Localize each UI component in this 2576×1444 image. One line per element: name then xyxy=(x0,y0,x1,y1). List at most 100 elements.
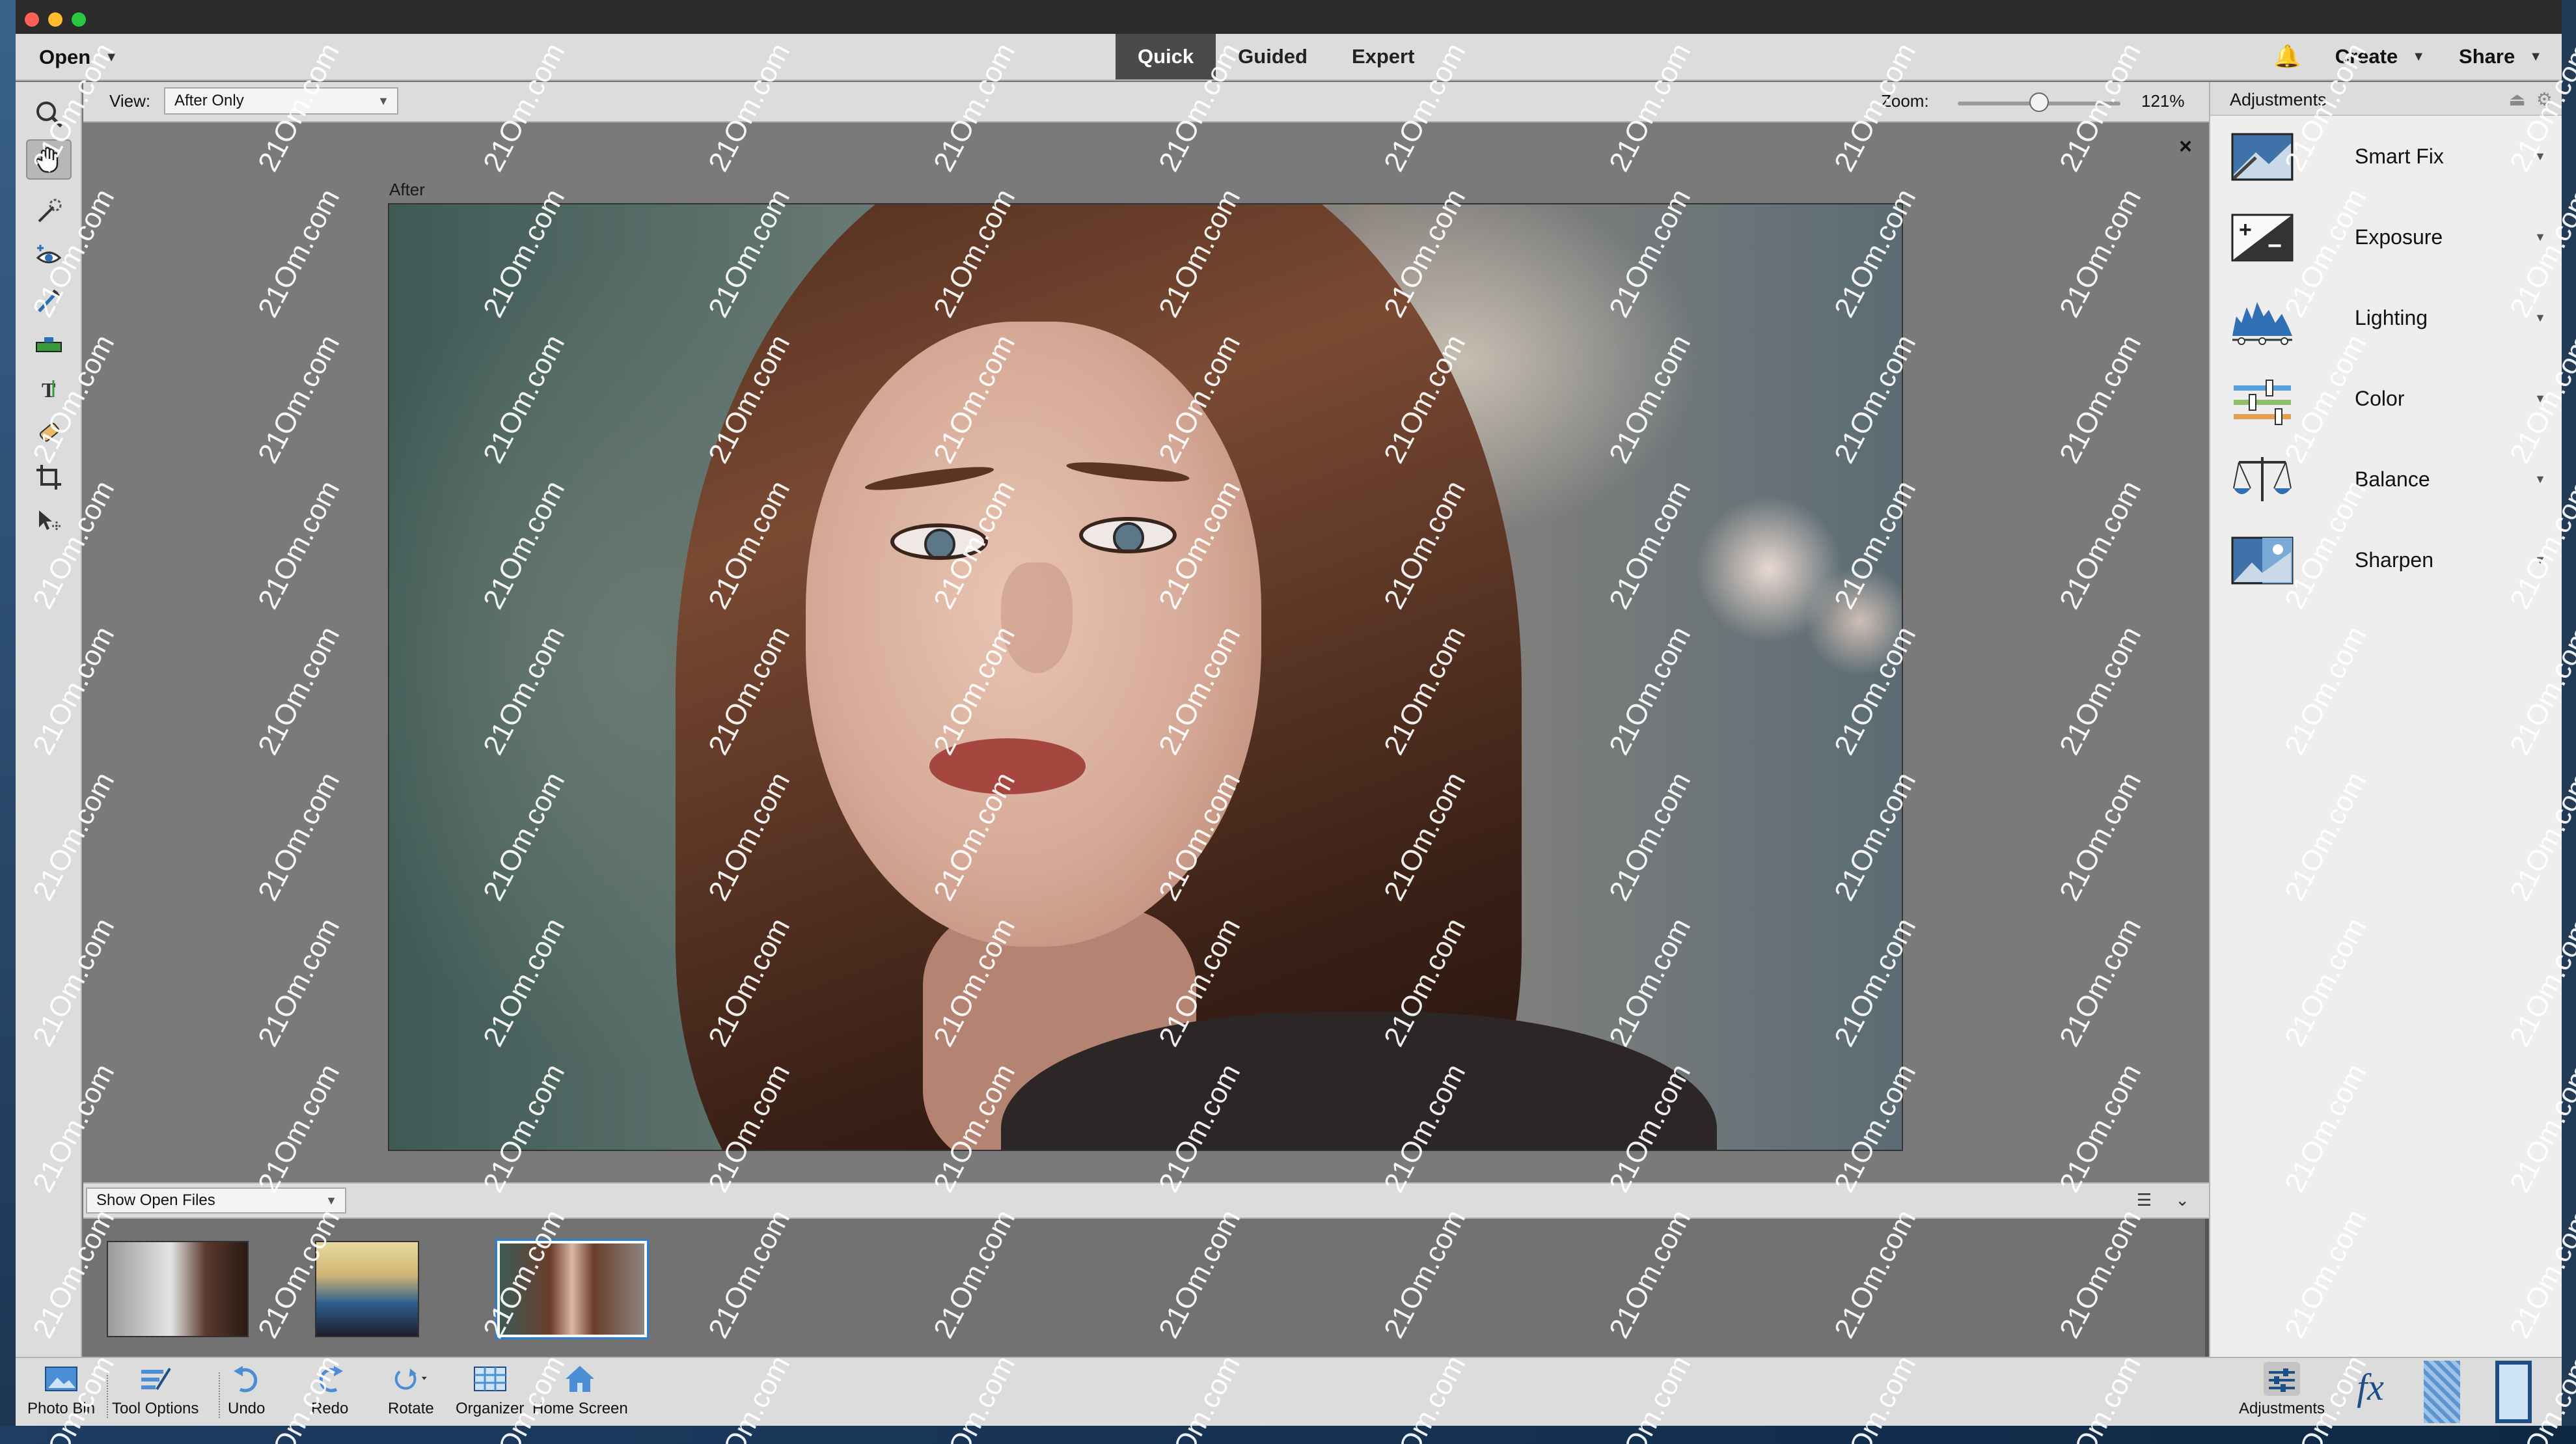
view-select[interactable]: After Only ▼ xyxy=(164,87,398,115)
fx-icon: fx xyxy=(2357,1365,2384,1408)
open-button[interactable]: Open ▼ xyxy=(39,44,118,70)
thumbnail-3-selected[interactable] xyxy=(495,1239,649,1339)
chevron-down-icon: ▼ xyxy=(2529,49,2542,64)
adjustments-panel-title: Adjustments xyxy=(2230,90,2327,109)
textures-icon xyxy=(2424,1361,2460,1423)
chevron-down-icon[interactable]: ▼ xyxy=(2534,553,2546,567)
photo-bin-bar: Show Open Files ▼ ☰ ⌄ xyxy=(83,1182,2209,1219)
chevron-down-icon[interactable]: ▼ xyxy=(2534,473,2546,486)
photo-eye-left xyxy=(890,523,988,560)
smart-fix-icon xyxy=(2231,133,2294,181)
color-label: Color xyxy=(2355,386,2405,410)
photo-canvas[interactable] xyxy=(388,203,1903,1151)
chevron-down-icon[interactable]: ▼ xyxy=(2534,230,2546,244)
crop-tool-icon[interactable] xyxy=(26,457,72,497)
adjustment-exposure[interactable]: + − Exposure ▼ xyxy=(2210,197,2562,277)
photo-brow-left xyxy=(864,462,995,495)
zoom-slider-thumb[interactable] xyxy=(2029,92,2049,112)
move-tool-icon[interactable] xyxy=(26,501,72,542)
adjustment-color[interactable]: Color ▼ xyxy=(2210,358,2562,439)
desktop-background-right xyxy=(2562,0,2576,1444)
home-screen-label: Home Screen xyxy=(532,1400,628,1417)
adjustment-smart-fix[interactable]: Smart Fix ▼ xyxy=(2210,116,2562,197)
thumbnail-2[interactable] xyxy=(315,1241,419,1337)
spot-healing-brush-icon[interactable] xyxy=(26,413,72,453)
bin-menu-icon[interactable]: ☰ xyxy=(2137,1190,2152,1210)
open-label: Open xyxy=(39,46,91,68)
photo-bin-button[interactable]: Photo Bin xyxy=(27,1362,95,1418)
tool-options-icon xyxy=(137,1362,174,1396)
create-button[interactable]: Create ▼ xyxy=(2335,45,2425,68)
show-open-files-select[interactable]: Show Open Files ▼ xyxy=(86,1187,346,1214)
notification-bell-icon[interactable]: 🔔 xyxy=(2273,44,2301,70)
rotate-label: Rotate xyxy=(388,1400,434,1417)
undo-label: Undo xyxy=(228,1400,266,1417)
tab-quick[interactable]: Quick xyxy=(1116,34,1216,79)
tool-options-button[interactable]: Tool Options xyxy=(112,1362,199,1418)
adjustment-sharpen[interactable]: Sharpen ▼ xyxy=(2210,520,2562,600)
photo-face-shape xyxy=(806,322,1261,947)
bin-bar-icons: ☰ ⌄ xyxy=(2137,1190,2189,1210)
close-window-button[interactable] xyxy=(25,12,39,27)
chevron-down-icon[interactable]: ▼ xyxy=(2534,150,2546,163)
home-screen-button[interactable]: Home Screen xyxy=(532,1362,628,1418)
reset-panel-icon[interactable]: ⏏ xyxy=(2508,89,2525,110)
adjustments-panel: Adjustments ⏏ ⚙ Smart Fix ▼ + − Exposure … xyxy=(2209,82,2562,1357)
hand-tool-icon[interactable] xyxy=(26,139,72,180)
chevron-down-icon[interactable]: ▼ xyxy=(2534,311,2546,325)
rotate-icon xyxy=(392,1362,429,1396)
photo-lips-shape xyxy=(929,738,1086,794)
toolbar-divider xyxy=(219,1372,220,1418)
rotate-button[interactable]: Rotate xyxy=(388,1362,434,1418)
zoom-window-button[interactable] xyxy=(72,12,86,27)
thumbnail-1[interactable] xyxy=(107,1241,249,1337)
redo-label: Redo xyxy=(311,1400,349,1417)
smart-fix-label: Smart Fix xyxy=(2355,144,2444,168)
photo-bin-label: Photo Bin xyxy=(27,1400,96,1417)
share-button[interactable]: Share ▼ xyxy=(2459,45,2542,68)
top-menu-bar: Open ▼ Quick Guided Expert 🔔 Create ▼ Sh… xyxy=(16,34,2562,81)
svg-text:+: + xyxy=(2239,217,2252,242)
show-open-files-value: Show Open Files xyxy=(96,1191,215,1209)
zoom-tool-icon[interactable] xyxy=(26,94,72,134)
minimize-window-button[interactable] xyxy=(48,12,62,27)
toolbar-divider xyxy=(107,1372,108,1418)
adjustments-panel-header: Adjustments ⏏ ⚙ xyxy=(2210,82,2562,116)
share-label: Share xyxy=(2459,45,2515,68)
settings-icon[interactable]: ⚙ xyxy=(2536,89,2553,110)
adjustment-lighting[interactable]: Lighting ▼ xyxy=(2210,277,2562,358)
redo-icon xyxy=(312,1362,348,1396)
zoom-value: 121% xyxy=(2141,91,2185,111)
tab-guided[interactable]: Guided xyxy=(1216,34,1330,79)
photo-nose-shape xyxy=(1001,562,1073,673)
home-icon xyxy=(562,1362,598,1396)
undo-icon xyxy=(228,1362,265,1396)
close-icon[interactable]: × xyxy=(2179,134,2192,160)
photo-bin xyxy=(83,1219,2209,1357)
tab-expert[interactable]: Expert xyxy=(1330,34,1436,79)
organizer-button[interactable]: Organizer xyxy=(456,1362,524,1418)
adjustments-button[interactable]: Adjustments xyxy=(2239,1362,2325,1418)
straighten-tool-icon[interactable] xyxy=(26,324,72,365)
balance-icon xyxy=(2233,457,2292,501)
redo-button[interactable]: Redo xyxy=(311,1362,348,1418)
effects-button[interactable]: fx xyxy=(2352,1365,2389,1408)
whiten-teeth-tool-icon[interactable] xyxy=(26,280,72,320)
sharpen-icon xyxy=(2231,536,2294,585)
chevron-down-icon: ▼ xyxy=(105,49,118,64)
frames-button[interactable] xyxy=(2495,1361,2532,1423)
chevron-down-icon[interactable]: ▼ xyxy=(2534,392,2546,406)
photo-eye-right xyxy=(1079,517,1177,553)
organizer-label: Organizer xyxy=(456,1400,525,1417)
color-icon xyxy=(2234,380,2291,425)
quick-selection-tool-icon[interactable] xyxy=(26,191,72,232)
textures-button[interactable] xyxy=(2424,1361,2460,1423)
type-tool-icon[interactable]: T xyxy=(26,368,72,409)
red-eye-tool-icon[interactable] xyxy=(26,236,72,276)
adjustment-balance[interactable]: Balance ▼ xyxy=(2210,439,2562,520)
tool-options-label: Tool Options xyxy=(112,1400,199,1417)
create-label: Create xyxy=(2335,45,2398,68)
collapse-bin-icon[interactable]: ⌄ xyxy=(2175,1190,2189,1210)
undo-button[interactable]: Undo xyxy=(228,1362,265,1418)
canvas-area: After × xyxy=(83,122,2209,1182)
